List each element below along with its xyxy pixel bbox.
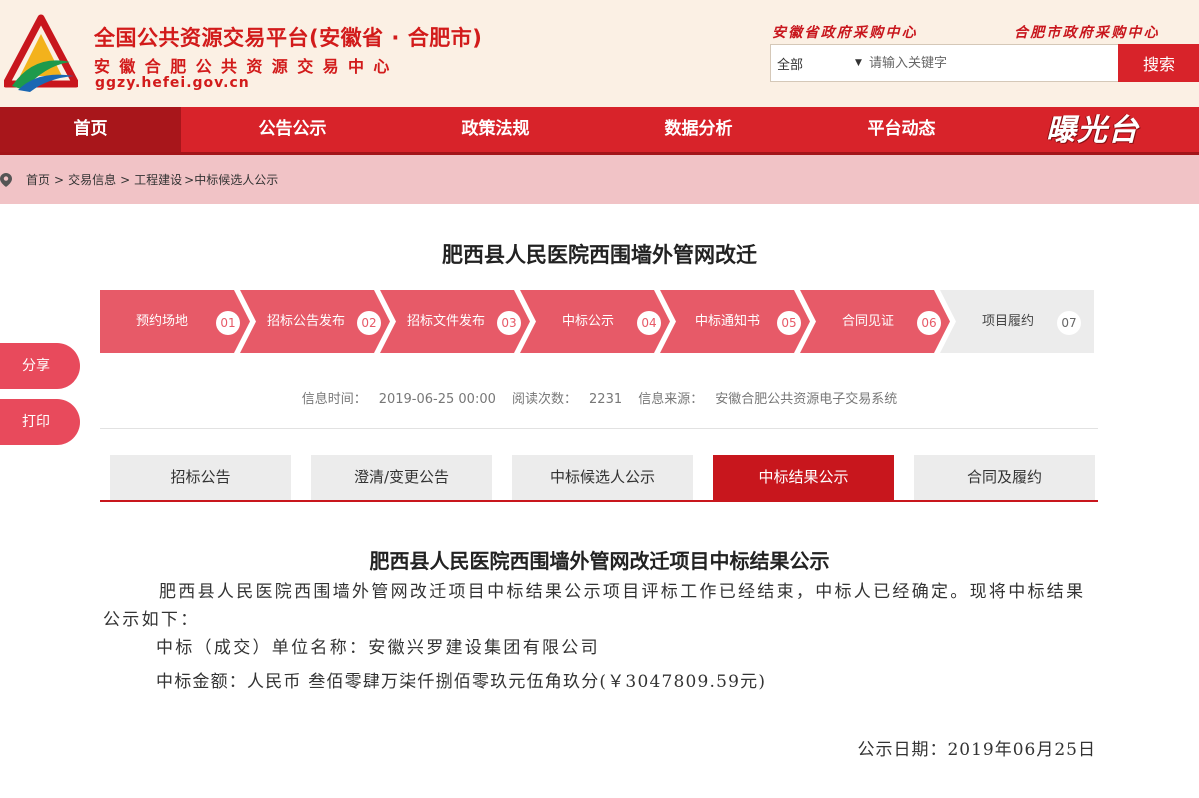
winning-amount: 中标金额：人民币 叁佰零肆万柒仟捌佰零玖元伍角玖分(￥3047809.59元) xyxy=(156,672,767,692)
notice-date: 公示日期：2019年06月25日 xyxy=(857,740,1096,760)
nav-item-home[interactable]: 首页 xyxy=(0,107,181,152)
link-hefei-procurement[interactable]: 合肥市政府采购中心 xyxy=(1014,22,1160,42)
notice-title: 肥西县人民医院西围墙外管网改迁项目中标结果公示 xyxy=(369,549,830,573)
step-number: 07 xyxy=(1057,311,1081,335)
tab-candidates[interactable]: 中标候选人公示 xyxy=(512,455,693,500)
breadcrumb-current: 中标候选人公示 xyxy=(194,173,279,187)
step-number: 02 xyxy=(357,311,381,335)
site-subtitle: 安徽合肥公共资源交易中心 xyxy=(94,57,399,76)
triangle-logo-icon[interactable] xyxy=(4,14,78,92)
breadcrumb-separator: > xyxy=(120,172,131,187)
article-meta: 信息时间： 2019-06-25 00:00 阅读次数： 2231 信息来源： 安徽合… xyxy=(0,388,1199,407)
meta-views-label: 阅读次数： xyxy=(512,392,578,407)
meta-views: 2231 xyxy=(589,392,623,407)
breadcrumb-trade-info[interactable]: 交易信息 xyxy=(68,171,116,188)
meta-source-label: 信息来源： xyxy=(638,392,704,407)
site-url: ggzy.hefei.gov.cn xyxy=(95,75,250,91)
search-scope-select[interactable]: 全部 ▼ xyxy=(771,45,867,81)
divider xyxy=(100,428,1098,429)
notice-paragraph: 肥西县人民医院西围墙外管网改迁项目中标结果公示项目评标工作已经结束，中标人已经确… xyxy=(103,582,1086,630)
step-number: 03 xyxy=(497,311,521,335)
search-scope-value: 全部 xyxy=(777,57,804,73)
search-bar: 全部 ▼ 搜索 xyxy=(770,44,1199,82)
breadcrumb-separator: > xyxy=(184,172,195,187)
step-label: 合同见证 xyxy=(842,314,895,329)
step-number: 06 xyxy=(917,311,941,335)
nav-item-policies[interactable]: 政策法规 xyxy=(394,107,597,152)
tab-clarification[interactable]: 澄清/变更公告 xyxy=(311,455,492,500)
step-label: 中标公示 xyxy=(562,314,615,329)
step-label: 预约场地 xyxy=(136,314,189,329)
breadcrumb-separator: > xyxy=(54,172,65,187)
meta-time: 2019-06-25 00:00 xyxy=(378,392,496,407)
step-label: 招标公告发布 xyxy=(267,314,346,329)
step-label: 中标通知书 xyxy=(695,314,761,329)
tab-tender-notice[interactable]: 招标公告 xyxy=(110,455,291,500)
step-label: 项目履约 xyxy=(982,314,1035,329)
breadcrumb-engineering[interactable]: 工程建设 xyxy=(134,171,182,188)
tab-award-result[interactable]: 中标结果公示 xyxy=(713,455,894,500)
nav-item-data-analysis[interactable]: 数据分析 xyxy=(597,107,800,152)
breadcrumb-home[interactable]: 首页 xyxy=(26,171,50,188)
link-anhui-procurement[interactable]: 安徽省政府采购中心 xyxy=(772,22,918,42)
page-title: 肥西县人民医院西围墙外管网改迁 xyxy=(442,243,757,267)
main-nav: 首页 公告公示 政策法规 数据分析 平台动态 曝光台 xyxy=(0,107,1199,155)
nav-item-platform-news[interactable]: 平台动态 xyxy=(800,107,1003,152)
progress-steps: 预约场地 01 招标公告发布 02 招标文件发布 03 中标公示 04 中标通知… xyxy=(100,290,1094,353)
breadcrumb: 首页 > 交易信息 > 工程建设 > 中标候选人公示 xyxy=(0,155,1199,204)
location-pin-icon xyxy=(0,172,12,187)
exposure-board-link[interactable]: 曝光台 xyxy=(1046,109,1139,153)
search-input[interactable] xyxy=(869,48,1113,78)
meta-source: 安徽合肥公共资源电子交易系统 xyxy=(715,392,898,407)
site-header: 全国公共资源交易平台(安徽省 · 合肥市) 安徽合肥公共资源交易中心 ggzy.… xyxy=(0,0,1199,107)
step-number: 04 xyxy=(637,311,661,335)
winner-name: 中标（成交）单位名称：安徽兴罗建设集团有限公司 xyxy=(156,638,600,658)
meta-time-label: 信息时间： xyxy=(301,392,367,407)
site-title: 全国公共资源交易平台(安徽省 · 合肥市) xyxy=(94,26,483,50)
notice-tabs: 招标公告 澄清/变更公告 中标候选人公示 中标结果公示 合同及履约 xyxy=(100,455,1098,502)
step-number: 01 xyxy=(216,311,240,335)
share-button[interactable]: 分享 xyxy=(0,343,80,389)
search-button[interactable]: 搜索 xyxy=(1118,44,1199,82)
tab-contract[interactable]: 合同及履约 xyxy=(914,455,1095,500)
caret-down-icon: ▼ xyxy=(855,58,862,68)
step-label: 招标文件发布 xyxy=(407,314,486,329)
step-number: 05 xyxy=(777,311,801,335)
nav-item-announcements[interactable]: 公告公示 xyxy=(191,107,394,152)
